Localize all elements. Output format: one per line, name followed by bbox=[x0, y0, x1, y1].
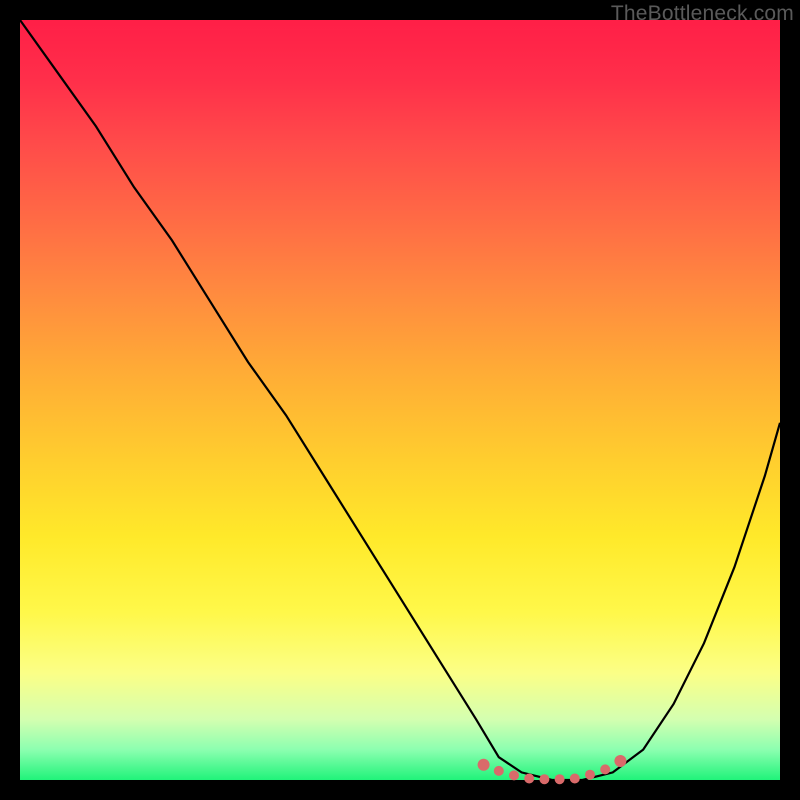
marker-dot bbox=[570, 774, 580, 784]
marker-dot bbox=[509, 770, 519, 780]
marker-dot bbox=[600, 764, 610, 774]
marker-dot bbox=[555, 774, 565, 784]
watermark-text: TheBottleneck.com bbox=[611, 2, 794, 26]
marker-dot bbox=[585, 770, 595, 780]
chart-frame: TheBottleneck.com bbox=[0, 0, 800, 800]
marker-dot bbox=[478, 759, 490, 771]
bottleneck-curve bbox=[20, 20, 780, 780]
marker-dot bbox=[614, 755, 626, 767]
marker-dot bbox=[539, 774, 549, 784]
marker-dot bbox=[524, 774, 534, 784]
chart-overlay bbox=[20, 20, 780, 780]
marker-dot bbox=[494, 766, 504, 776]
